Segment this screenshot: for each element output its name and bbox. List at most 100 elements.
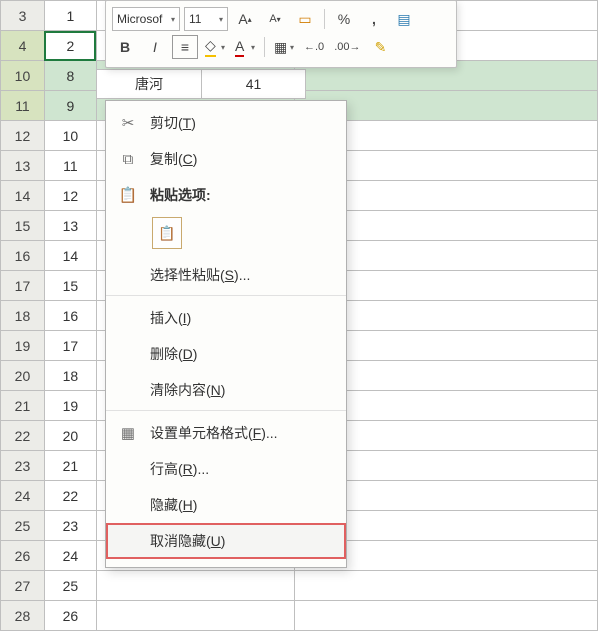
cell-a[interactable]: 20 [44,421,96,451]
row-header[interactable]: 17 [1,271,45,301]
cell-c[interactable] [294,601,598,631]
cell-b[interactable] [96,601,294,631]
cell-a[interactable]: 9 [44,91,96,121]
row-header[interactable]: 10 [1,61,45,91]
cell-a[interactable]: 2 [44,31,96,61]
row-header[interactable]: 15 [1,211,45,241]
row-header[interactable]: 12 [1,121,45,151]
cell-a[interactable]: 23 [44,511,96,541]
paste-options-row: 📋 [106,213,346,257]
row-header[interactable]: 23 [1,451,45,481]
row-header[interactable]: 11 [1,91,45,121]
menu-cut[interactable]: ✂ 剪切(T) [106,105,346,141]
row-header[interactable]: 28 [1,601,45,631]
cell-b10[interactable]: 唐河 [96,69,202,99]
menu-delete[interactable]: 删除(D) [106,336,346,372]
row-header[interactable]: 22 [1,421,45,451]
row-header[interactable]: 18 [1,301,45,331]
menu-label: 选择性粘贴(S)... [150,265,250,285]
grid-row: 2725 [1,571,598,601]
percent-format-button[interactable]: % [331,7,357,31]
row-header[interactable]: 21 [1,391,45,421]
menu-copy[interactable]: ⧉ 复制(C) [106,141,346,177]
fill-color-button[interactable]: ◇▾ [202,35,228,59]
menu-label: 插入(I) [150,308,191,328]
cell-a[interactable]: 12 [44,181,96,211]
menu-label: 剪切(T) [150,113,196,133]
row-context-menu: ✂ 剪切(T) ⧉ 复制(C) 📋 粘贴选项: 📋 选择性粘贴(S)... [105,100,347,568]
cell-a[interactable]: 17 [44,331,96,361]
table-format-button[interactable]: ▤ [391,7,417,31]
menu-label: 复制(C) [150,149,197,169]
cell-a[interactable]: 21 [44,451,96,481]
row-header[interactable]: 13 [1,151,45,181]
cell-a[interactable]: 25 [44,571,96,601]
menu-paste-options-title: 📋 粘贴选项: [106,177,346,213]
mini-format-toolbar: Microsof ▾ 11 ▾ A▴ A▾ ▭ % , ▤ B I ≡ ◇ [105,0,457,68]
menu-insert[interactable]: 插入(I) [106,295,346,336]
format-painter-button[interactable]: ✎ [367,35,393,59]
format-cells-icon: ▦ [118,423,138,443]
cell-a[interactable]: 14 [44,241,96,271]
comma-format-button[interactable]: , [361,7,387,31]
cell-a[interactable]: 13 [44,211,96,241]
cell-a[interactable]: 26 [44,601,96,631]
menu-label: 设置单元格格式(F)... [150,423,278,443]
font-color-button[interactable]: A▾ [232,35,258,59]
merge-cells-button[interactable]: ▭ [292,7,318,31]
menu-row-height[interactable]: 行高(R)... [106,451,346,487]
divider [264,37,265,57]
row-header[interactable]: 3 [1,1,45,31]
menu-clear-contents[interactable]: 清除内容(N) [106,372,346,408]
cell-b[interactable] [96,571,294,601]
row-header[interactable]: 19 [1,331,45,361]
menu-hide[interactable]: 隐藏(H) [106,487,346,523]
row-header[interactable]: 4 [1,31,45,61]
increase-decimal-button[interactable]: ←.0 [301,35,327,59]
menu-label: 行高(R)... [150,459,209,479]
menu-label: 粘贴选项: [150,185,211,205]
cell-a[interactable]: 8 [44,61,96,91]
row-header[interactable]: 27 [1,571,45,601]
menu-format-cells[interactable]: ▦ 设置单元格格式(F)... [106,410,346,451]
row-header[interactable]: 25 [1,511,45,541]
menu-label: 取消隐藏(U) [150,531,225,551]
menu-label: 删除(D) [150,344,197,364]
paste-option-default[interactable]: 📋 [152,217,182,249]
scissors-icon: ✂ [118,113,138,133]
spreadsheet-area: 3142108119121013111412151316141715181619… [0,0,598,600]
row-header[interactable]: 24 [1,481,45,511]
cell-a[interactable]: 1 [44,1,96,31]
font-size-combo[interactable]: 11 ▾ [184,7,228,31]
visible-data-row: 唐河 41 [96,69,306,99]
decrease-font-button[interactable]: A▾ [262,7,288,31]
menu-label: 清除内容(N) [150,380,225,400]
row-header[interactable]: 14 [1,181,45,211]
row-header[interactable]: 16 [1,241,45,271]
row-header[interactable]: 26 [1,541,45,571]
increase-font-button[interactable]: A▴ [232,7,258,31]
menu-paste-special[interactable]: 选择性粘贴(S)... [106,257,346,293]
cell-a[interactable]: 18 [44,361,96,391]
bold-button[interactable]: B [112,35,138,59]
cell-a[interactable]: 10 [44,121,96,151]
cell-a[interactable]: 24 [44,541,96,571]
decrease-decimal-button[interactable]: .00→ [331,35,363,59]
cell-c10[interactable]: 41 [202,69,306,99]
align-center-button[interactable]: ≡ [172,35,198,59]
italic-button[interactable]: I [142,35,168,59]
borders-button[interactable]: ▦▾ [271,35,297,59]
chevron-down-icon: ▾ [171,15,175,24]
cell-c[interactable] [294,571,598,601]
cell-a[interactable]: 16 [44,301,96,331]
copy-icon: ⧉ [118,149,138,169]
cell-a[interactable]: 19 [44,391,96,421]
clipboard-icon: 📋 [118,185,138,205]
row-header[interactable]: 20 [1,361,45,391]
cell-a[interactable]: 15 [44,271,96,301]
font-name-combo[interactable]: Microsof ▾ [112,7,180,31]
cell-a[interactable]: 11 [44,151,96,181]
menu-label: 隐藏(H) [150,495,197,515]
cell-a[interactable]: 22 [44,481,96,511]
menu-unhide[interactable]: 取消隐藏(U) [106,523,346,559]
